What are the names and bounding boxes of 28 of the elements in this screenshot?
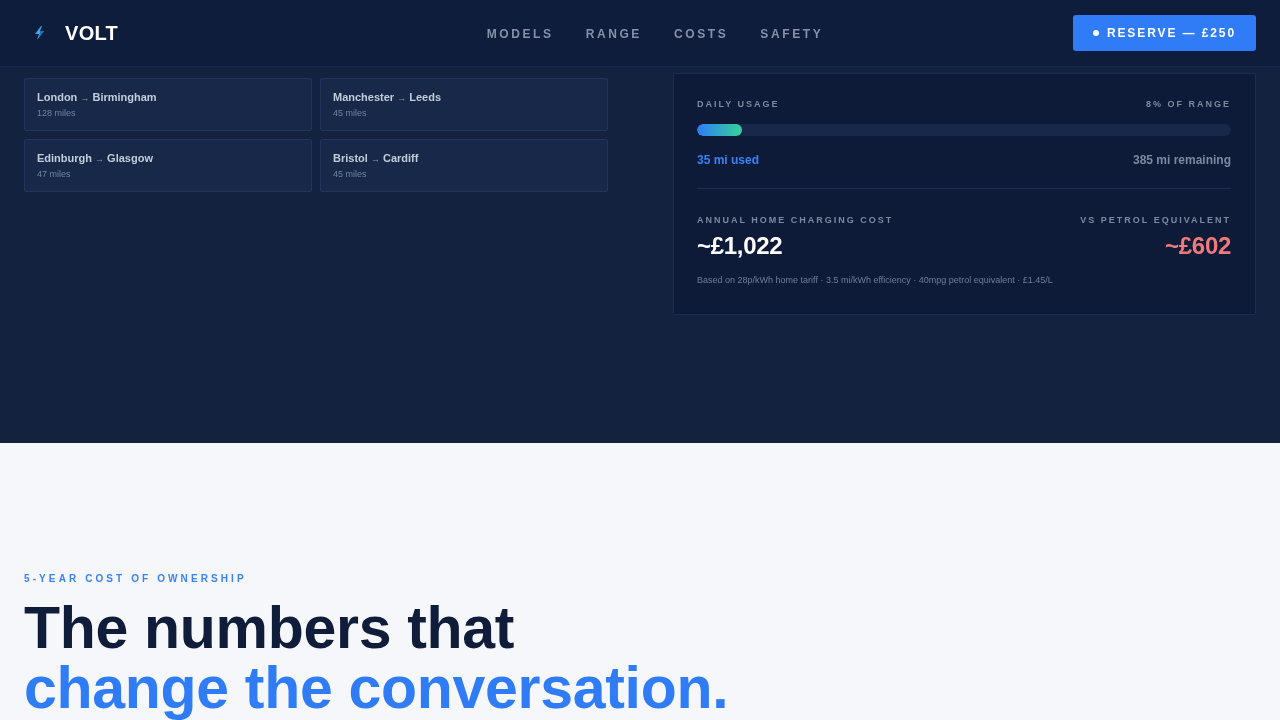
nav-link[interactable]: SAFETY <box>760 24 824 43</box>
route-distance: 128 miles <box>37 108 76 119</box>
nav-link[interactable]: COSTS <box>674 24 729 43</box>
range-share: 8% OF RANGE <box>1146 98 1231 110</box>
reserve-button[interactable]: RESERVE — £250 <box>1072 15 1256 51</box>
route-distance: 45 miles <box>333 108 367 119</box>
cost-value: ~£1,022 <box>697 232 784 260</box>
section-heading: The numbers that <box>24 598 515 658</box>
route-title: Bristol → Cardiff <box>333 151 419 166</box>
cost-label: ANNUAL HOME CHARGING COST <box>697 214 894 226</box>
miles-used: 35 mi used <box>697 152 760 169</box>
usage-label: DAILY USAGE <box>697 98 780 110</box>
cost-label: VS PETROL EQUIVALENT <box>1080 214 1231 226</box>
route-distance: 47 miles <box>37 169 71 180</box>
route-title: London → Birmingham <box>37 90 157 105</box>
section-heading-accent: change the conversation. <box>24 658 729 718</box>
cost-value: ~£602 <box>1164 232 1231 260</box>
assumptions-note: Based on 28p/kWh home tariff · 3.5 mi/kWh efficiency · 40mpg petrol equivalent · £1.45/L <box>697 274 1053 287</box>
route-distance: 45 miles <box>333 169 367 180</box>
bolt-icon <box>33 26 46 40</box>
brand-logo[interactable]: VOLT <box>65 18 119 48</box>
miles-remaining: 385 mi remaining <box>1132 152 1231 169</box>
nav-link[interactable]: MODELS <box>486 24 554 43</box>
dot-icon <box>1092 30 1099 36</box>
route-title: Manchester → Leeds <box>333 90 442 105</box>
section-eyebrow: 5-YEAR COST OF OWNERSHIP <box>24 573 247 585</box>
nav-link[interactable]: RANGE <box>585 24 642 43</box>
route-title: Edinburgh → Glasgow <box>37 151 153 166</box>
